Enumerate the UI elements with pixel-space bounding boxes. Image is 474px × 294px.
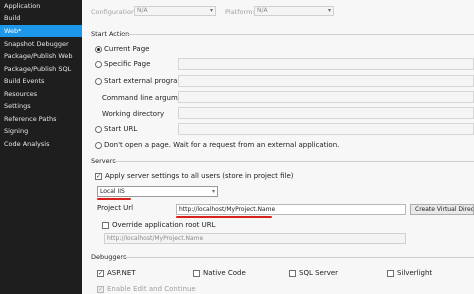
aspnet-checkbox[interactable]: ✓ (97, 270, 104, 277)
specific-page-input[interactable] (178, 58, 474, 70)
sql-server-checkbox[interactable] (289, 270, 296, 277)
chevron-down-icon: ▾ (209, 7, 213, 14)
server-select[interactable]: Local IIS ▾ (97, 186, 218, 197)
sidebar-item-web[interactable]: Web* (0, 25, 82, 37)
sidebar-item-resources[interactable]: Resources (0, 88, 82, 100)
start-url-label: Start URL (104, 125, 138, 133)
divider (112, 161, 474, 162)
server-value: Local IIS (100, 188, 125, 195)
create-virtual-directory-button[interactable]: Create Virtual Directory (410, 204, 474, 215)
chevron-down-icon: ▾ (327, 7, 331, 14)
sidebar-item-settings[interactable]: Settings (0, 100, 82, 112)
chevron-down-icon: ▾ (211, 188, 215, 195)
sidebar-item-snapshot-debugger[interactable]: Snapshot Debugger (0, 38, 82, 50)
silverlight-label: Silverlight (397, 269, 433, 277)
platform-label: Platform: (225, 8, 255, 16)
current-page-label: Current Page (104, 45, 150, 53)
sidebar-item-reference-paths[interactable]: Reference Paths (0, 113, 82, 125)
platform-select[interactable]: N/A ▾ (254, 6, 334, 16)
sidebar-item-build[interactable]: Build (0, 12, 82, 24)
override-root-url-input[interactable]: http://localhost/MyProject.Name (104, 233, 406, 244)
silverlight-checkbox[interactable] (387, 270, 394, 277)
working-directory-input[interactable] (178, 107, 474, 119)
highlight-underline (176, 216, 272, 218)
dont-open-page-radio[interactable] (95, 142, 102, 149)
start-url-input[interactable] (178, 123, 474, 135)
configuration-label: Configuration: (91, 8, 138, 16)
edit-continue-label: Enable Edit and Continue (107, 285, 196, 293)
sql-server-label: SQL Server (299, 269, 339, 277)
specific-page-label: Specific Page (104, 60, 151, 68)
start-external-program-label: Start external program (104, 77, 185, 85)
current-page-radio[interactable] (95, 46, 102, 53)
dont-open-page-label: Don't open a page. Wait for a request fr… (104, 141, 340, 149)
override-root-url-label: Override application root URL (112, 221, 216, 229)
sidebar-item-signing[interactable]: Signing (0, 125, 82, 137)
sidebar-item-package-publish-sql[interactable]: Package/Publish SQL (0, 63, 82, 75)
sidebar: Application Build Web* Snapshot Debugger… (0, 0, 82, 294)
override-root-url-checkbox[interactable] (102, 222, 109, 229)
sidebar-item-application[interactable]: Application (0, 0, 82, 12)
configuration-select[interactable]: N/A ▾ (134, 6, 216, 16)
configuration-value: N/A (137, 7, 148, 14)
start-external-program-radio[interactable] (95, 78, 102, 85)
divider (124, 34, 474, 35)
external-program-input[interactable] (178, 75, 474, 87)
edit-continue-checkbox[interactable]: ✓ (97, 286, 104, 293)
aspnet-label: ASP.NET (107, 269, 136, 277)
sidebar-item-package-publish-web[interactable]: Package/Publish Web (0, 50, 82, 62)
apply-settings-checkbox[interactable]: ✓ (95, 173, 102, 180)
native-code-checkbox[interactable] (193, 270, 200, 277)
project-url-label: Project Url (97, 204, 134, 212)
apply-settings-label: Apply server settings to all users (stor… (105, 172, 294, 180)
project-url-input[interactable]: http://localhost/MyProject.Name (176, 204, 406, 215)
web-properties-panel: Configuration: N/A ▾ Platform: N/A ▾ Sta… (82, 0, 474, 294)
native-code-label: Native Code (203, 269, 246, 277)
start-url-radio[interactable] (95, 126, 102, 133)
sidebar-item-build-events[interactable]: Build Events (0, 75, 82, 87)
highlight-underline (97, 198, 131, 200)
command-line-arguments-input[interactable] (178, 91, 474, 103)
divider (120, 257, 474, 258)
platform-value: N/A (257, 7, 268, 14)
working-directory-label: Working directory (102, 110, 165, 118)
specific-page-radio[interactable] (95, 61, 102, 68)
sidebar-item-code-analysis[interactable]: Code Analysis (0, 138, 82, 150)
